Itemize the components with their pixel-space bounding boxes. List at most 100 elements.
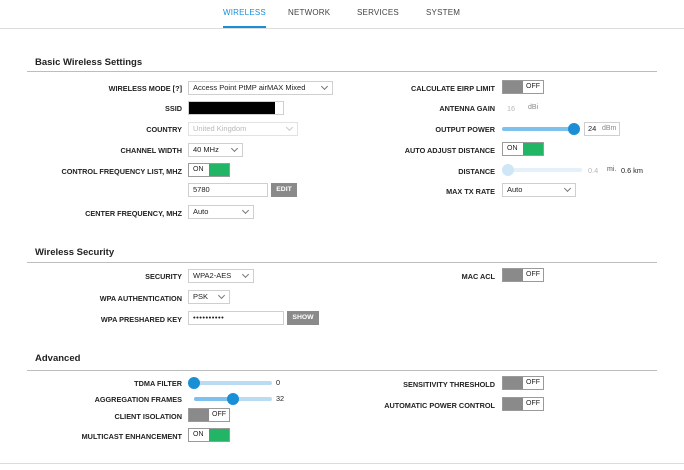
aggregation-frames-slider[interactable]	[194, 393, 272, 405]
output-power-input[interactable]: 24 dBm	[584, 122, 620, 136]
aggregation-frames-value: 32	[276, 394, 285, 403]
output-power-label: OUTPUT POWER	[435, 125, 495, 134]
multicast-enhancement-label: MULTICAST ENHANCEMENT	[81, 432, 182, 441]
wpa-authentication-value: PSK	[193, 292, 209, 301]
divider	[27, 262, 657, 263]
channel-width-select[interactable]: 40 MHz	[188, 143, 243, 157]
toggle-text: ON	[193, 166, 204, 173]
antenna-gain-value: 16	[507, 104, 516, 113]
divider	[0, 463, 684, 464]
auto-adjust-distance-toggle[interactable]: ON	[502, 142, 544, 156]
auto-adjust-distance-label: AUTO ADJUST DISTANCE	[404, 146, 495, 155]
toggle-text: OFF	[526, 400, 540, 407]
channel-width-label: CHANNEL WIDTH	[120, 146, 182, 155]
toggle-knob	[209, 164, 229, 176]
country-label: COUNTRY	[146, 125, 182, 134]
mac-acl-label: MAC ACL	[461, 272, 495, 281]
toggle-knob	[503, 377, 523, 389]
chevron-down-icon	[241, 206, 250, 215]
wireless-mode-select[interactable]: Access Point PtMP airMAX Mixed	[188, 81, 333, 95]
antenna-gain-label: ANTENNA GAIN	[439, 104, 495, 113]
client-isolation-toggle[interactable]: OFF	[188, 408, 230, 422]
aggregation-frames-label: AGGREGATION FRAMES	[94, 395, 182, 404]
output-power-slider[interactable]	[502, 123, 580, 135]
wpa-authentication-select[interactable]: PSK	[188, 290, 230, 304]
toggle-text: OFF	[526, 271, 540, 278]
automatic-power-control-toggle[interactable]: OFF	[502, 397, 544, 411]
channel-width-value: 40 MHz	[193, 145, 219, 154]
security-value: WPA2-AES	[193, 271, 232, 280]
edit-button[interactable]: EDIT	[271, 183, 297, 197]
ssid-label: SSID	[164, 104, 182, 113]
toggle-knob	[503, 269, 523, 281]
country-select[interactable]: United Kingdom	[188, 122, 298, 136]
show-password-button[interactable]: SHOW	[287, 311, 319, 325]
slider-thumb[interactable]	[227, 393, 239, 405]
chevron-down-icon	[217, 291, 226, 300]
sensitivity-threshold-label: SENSITIVITY THRESHOLD	[403, 380, 495, 389]
toggle-knob	[209, 429, 229, 441]
toggle-text: OFF	[526, 83, 540, 90]
center-frequency-label: CENTER FREQUENCY, MHz	[85, 209, 182, 218]
output-power-value: 24	[588, 124, 597, 133]
chevron-down-icon	[230, 144, 239, 153]
tab-system[interactable]: SYSTEM	[426, 8, 460, 28]
toggle-text: ON	[507, 145, 518, 152]
distance-value: 0.4	[588, 166, 599, 175]
center-frequency-value: Auto	[193, 207, 209, 216]
max-tx-rate-value: Auto	[507, 185, 523, 194]
control-frequency-input[interactable]: 5780	[188, 183, 268, 197]
toggle-knob	[523, 143, 543, 155]
wpa-preshared-key-label: WPA PRESHARED KEY	[100, 315, 182, 324]
client-isolation-label: CLIENT ISOLATION	[114, 412, 182, 421]
automatic-power-control-label: AUTOMATIC POWER CONTROL	[384, 401, 495, 410]
wpa-authentication-label: WPA AUTHENTICATION	[99, 294, 182, 303]
tdma-filter-label: TDMA FILTER	[134, 379, 182, 388]
security-select[interactable]: WPA2-AES	[188, 269, 254, 283]
slider-thumb[interactable]	[502, 164, 514, 176]
max-tx-rate-select[interactable]: Auto	[502, 183, 576, 197]
center-frequency-select[interactable]: Auto	[188, 205, 254, 219]
chevron-down-icon	[563, 184, 572, 193]
ssid-redaction	[189, 102, 275, 114]
tab-services[interactable]: SERVICES	[357, 8, 399, 28]
chevron-down-icon	[241, 270, 250, 279]
distance-label: DISTANCE	[458, 167, 495, 176]
wireless-mode-label: WIRELESS MODE [?]	[108, 84, 182, 93]
slider-thumb[interactable]	[188, 377, 200, 389]
wpa-preshared-key-input[interactable]: ••••••••••	[188, 311, 284, 325]
chevron-down-icon	[285, 123, 294, 132]
divider	[27, 71, 657, 72]
section-title-security: Wireless Security	[35, 247, 115, 258]
toggle-knob	[189, 409, 209, 421]
toggle-text: OFF	[526, 379, 540, 386]
mac-acl-toggle[interactable]: OFF	[502, 268, 544, 282]
top-nav: WIRELESS NETWORK SERVICES SYSTEM	[0, 0, 684, 29]
tdma-filter-slider[interactable]	[188, 377, 272, 389]
output-power-unit: dBm	[602, 125, 617, 132]
country-value: United Kingdom	[193, 124, 247, 133]
antenna-gain-unit: dBi	[528, 104, 539, 111]
multicast-enhancement-toggle[interactable]: ON	[188, 428, 230, 442]
divider	[27, 370, 657, 371]
control-frequency-toggle[interactable]: ON	[188, 163, 230, 177]
section-title-advanced: Advanced	[35, 353, 81, 364]
calculate-eirp-toggle[interactable]: OFF	[502, 80, 544, 94]
tab-wireless[interactable]: WIRELESS	[223, 8, 266, 28]
toggle-knob	[503, 81, 523, 93]
security-label: SECURITY	[145, 272, 182, 281]
distance-km: 0.6 km	[621, 166, 643, 175]
max-tx-rate-label: MAX TX RATE	[446, 187, 495, 196]
slider-thumb[interactable]	[567, 123, 580, 135]
toggle-knob	[503, 398, 523, 410]
wireless-mode-value: Access Point PtMP airMAX Mixed	[193, 83, 306, 92]
sensitivity-threshold-toggle[interactable]: OFF	[502, 376, 544, 390]
section-title-basic: Basic Wireless Settings	[35, 57, 143, 68]
toggle-text: OFF	[212, 411, 226, 418]
tab-network[interactable]: NETWORK	[288, 8, 330, 28]
distance-slider[interactable]	[502, 164, 582, 176]
ssid-input[interactable]	[188, 101, 284, 115]
tdma-filter-value: 0	[276, 378, 281, 387]
distance-unit: mi.	[607, 166, 617, 173]
slider-fill	[502, 127, 574, 131]
